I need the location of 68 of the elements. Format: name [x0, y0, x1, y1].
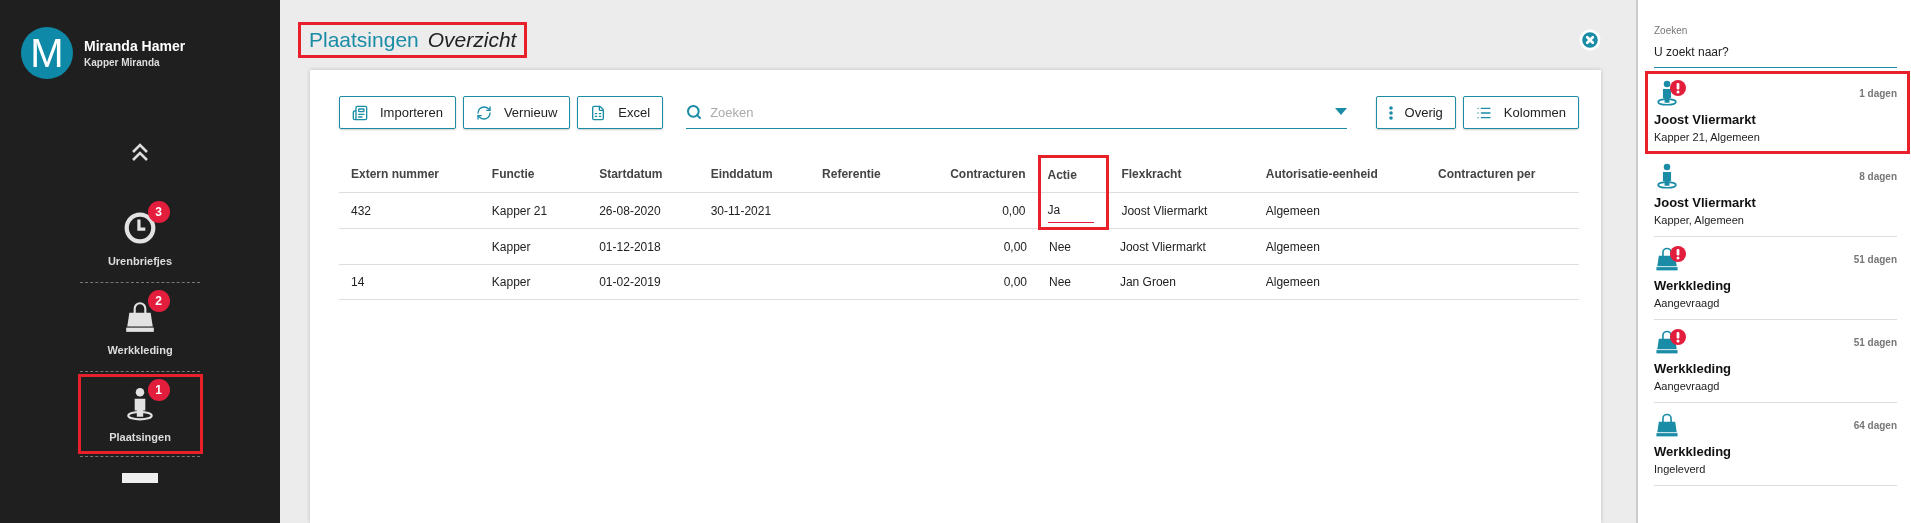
nav-item[interactable]: 2 Werkkleding	[77, 285, 203, 369]
table-cell: 30-11-2021	[698, 192, 811, 229]
table-cell: 0,00	[921, 228, 1039, 265]
more-icon	[1388, 105, 1393, 120]
dropdown-caret-icon[interactable]	[1334, 108, 1347, 116]
count-badge: 2	[147, 290, 170, 312]
table-cell: Jan Groen	[1107, 264, 1254, 300]
count-badge: 3	[147, 201, 170, 223]
spreadsheet-file-icon	[590, 104, 607, 121]
column-header[interactable]: Startdatum	[587, 156, 699, 193]
table-cell: Kapper 21	[479, 192, 588, 229]
search-icon	[686, 104, 703, 120]
shopping-bag-icon	[1654, 412, 1680, 438]
close-icon[interactable]	[1579, 29, 1601, 51]
toolbar-button[interactable]: Kolommen	[1462, 96, 1579, 129]
column-header[interactable]: Referentie	[810, 156, 922, 193]
user-role: Kapper Miranda	[84, 57, 161, 68]
toolbar-button[interactable]: Excel	[577, 96, 664, 129]
column-header[interactable]: Flexkracht	[1107, 156, 1254, 193]
search-field[interactable]: Zoeken	[686, 96, 1347, 129]
clock-icon	[123, 211, 157, 245]
page-subtitle: Overzicht	[427, 28, 517, 52]
notification-item[interactable]: 51 dagen Werkkleding Aangevraagd	[1654, 320, 1897, 403]
table-cell: 26-08-2020	[587, 192, 699, 229]
person-icon	[1654, 80, 1680, 106]
toolbar-button[interactable]: Importeren	[339, 96, 456, 129]
user-name: Miranda Hamer	[84, 38, 186, 54]
column-header[interactable]: Extern nummer	[339, 156, 480, 193]
table-cell: 01-12-2018	[587, 228, 699, 265]
notification-item[interactable]: 64 dagen Werkkleding Ingeleverd	[1654, 403, 1897, 486]
notification-item[interactable]: 1 dagen Joost Vliermarkt Kapper 21, Algemeen	[1645, 71, 1910, 154]
list-card-icon	[352, 104, 368, 121]
notification-item[interactable]: 8 dagen Joost Vliermarkt Kapper, Algemeen	[1654, 154, 1897, 237]
table-cell: Joost Vliermarkt	[1107, 228, 1254, 265]
person-icon	[1654, 163, 1680, 189]
search-field[interactable]: U zoekt naar?	[1654, 45, 1897, 68]
partial-icon	[122, 473, 158, 483]
count-badge: 1	[147, 379, 170, 401]
toolbar-button[interactable]: Overig	[1375, 96, 1456, 129]
edit-underline: Ja	[1047, 203, 1095, 223]
table-cell: Joost Vliermarkt	[1107, 192, 1254, 229]
nav-item[interactable]: 3 Urenbriefjes	[77, 196, 203, 280]
user-avatar: M	[21, 27, 73, 79]
table-cell: Nee	[1039, 228, 1108, 265]
table-cell: 432	[339, 192, 480, 229]
page-title: Plaatsingen	[309, 28, 419, 52]
refresh-icon	[475, 104, 492, 121]
table-cell: Kapper	[479, 228, 588, 265]
table-cell: 01-02-2019	[587, 264, 699, 300]
table-cell: 0,00	[921, 264, 1039, 300]
table-cell: Algemeen	[1253, 192, 1426, 229]
column-header[interactable]: Contracturen per	[1426, 156, 1579, 193]
table-cell: 14	[339, 264, 480, 300]
table-cell: Nee	[1039, 264, 1108, 300]
notification-item[interactable]: 51 dagen Werkkleding Aangevraagd	[1654, 237, 1897, 320]
toolbar-button[interactable]: Vernieuw	[462, 96, 571, 129]
column-header[interactable]: Einddatum	[698, 156, 811, 193]
column-header[interactable]: Contracturen	[921, 156, 1039, 193]
table-cell: Algemeen	[1253, 228, 1426, 265]
nav-item[interactable]: 1 Plaatsingen	[77, 374, 203, 454]
table-cell: 0,00	[921, 192, 1039, 229]
column-header[interactable]: Autorisatie-eenheid	[1253, 156, 1426, 193]
column-header[interactable]: Functie	[479, 156, 588, 193]
column-header[interactable]: Actie	[1039, 156, 1108, 193]
field-label: Zoeken	[1654, 25, 1689, 36]
shopping-bag-icon	[123, 300, 157, 334]
table-cell: Kapper	[479, 264, 588, 300]
table-cell: Algemeen	[1253, 264, 1426, 300]
